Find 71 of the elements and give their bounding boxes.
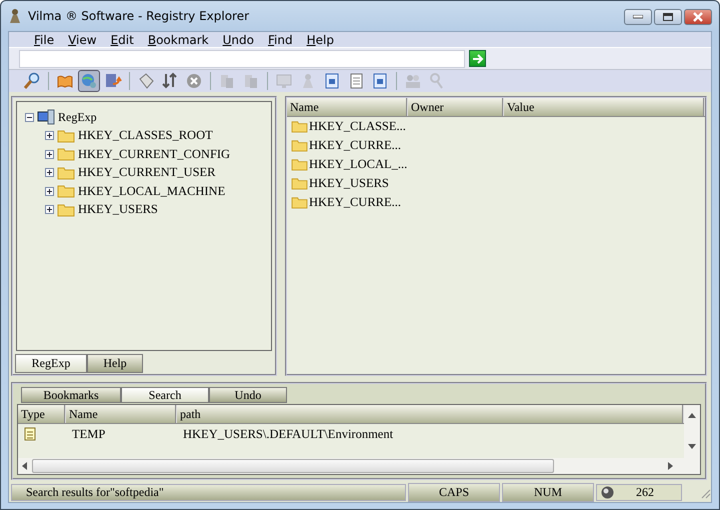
tree-item[interactable]: HKEY_CURRENT_USER	[78, 165, 216, 180]
vertical-scrollbar[interactable]	[684, 405, 700, 474]
scroll-up-icon[interactable]	[688, 413, 696, 419]
tab[interactable]: Search	[121, 387, 209, 403]
folder-icon	[291, 177, 308, 190]
maximize-icon	[663, 13, 673, 21]
menu-item[interactable]: Find	[261, 32, 300, 47]
tree-item[interactable]: HKEY_USERS	[78, 202, 158, 218]
tab[interactable]: RegExp	[15, 354, 87, 373]
column-header[interactable]: Name	[66, 405, 177, 423]
menu-item[interactable]: Bookmark	[140, 32, 216, 47]
globe-icon[interactable]	[78, 70, 100, 92]
tab[interactable]: Help	[87, 354, 143, 373]
column-header[interactable]: Owner	[408, 98, 504, 116]
minimize-icon	[633, 15, 643, 19]
tree-item[interactable]: RegExp	[58, 110, 97, 125]
folder-icon	[291, 196, 308, 209]
folder-icon	[57, 128, 75, 143]
list-item[interactable]: HKEY_USERS	[309, 176, 389, 191]
column-header[interactable]: Type	[18, 405, 66, 423]
table-cell-text: HKEY_USERS\.DEFAULT\Environment	[182, 426, 394, 442]
tab[interactable]: Undo	[209, 387, 287, 403]
list-item[interactable]: HKEY_CLASSE...	[309, 119, 406, 134]
close-icon	[692, 12, 704, 22]
close-button[interactable]	[684, 9, 712, 25]
caps-indicator: CAPS	[408, 483, 500, 502]
menu-item[interactable]: File	[27, 32, 62, 47]
expander-icon[interactable]	[45, 168, 54, 178]
folder-icon	[57, 147, 75, 162]
column-header[interactable]: Value	[504, 98, 705, 116]
folder-icon	[291, 139, 308, 152]
list-item[interactable]: HKEY_CURRE...	[309, 138, 402, 153]
status-text: Search results for"softpedia"	[11, 484, 406, 501]
scroll-down-icon[interactable]	[688, 444, 696, 450]
folder-icon	[57, 202, 75, 217]
expander-icon[interactable]	[25, 112, 34, 122]
expander-icon[interactable]	[45, 131, 54, 140]
menu-item[interactable]: Help	[300, 32, 341, 47]
folder-icon	[57, 166, 75, 180]
folder-icon	[291, 120, 308, 133]
window-title: Vilma ® Software - Registry Explorer	[28, 9, 250, 23]
num-indicator: NUM	[502, 483, 594, 502]
column-header[interactable]: Name	[287, 98, 408, 116]
count-text: 262	[636, 485, 654, 500]
notepad-icon	[24, 427, 36, 441]
address-field[interactable]	[19, 50, 465, 68]
menu-item[interactable]: View	[61, 32, 104, 47]
expander-icon[interactable]	[45, 205, 54, 214]
tree-item[interactable]: HKEY_LOCAL_MACHINE	[78, 184, 226, 199]
expander-icon[interactable]	[45, 186, 54, 196]
list-item[interactable]: HKEY_CURRE...	[309, 195, 402, 210]
go-button[interactable]	[469, 50, 486, 68]
folder-icon	[57, 184, 75, 198]
globe-icon	[601, 486, 614, 499]
scroll-left-icon[interactable]	[22, 462, 28, 470]
tree-item[interactable]: HKEY_CLASSES_ROOT	[78, 128, 213, 144]
tab[interactable]: Bookmarks	[21, 387, 121, 403]
menu-item[interactable]: Edit	[104, 32, 141, 47]
table-cell-text: TEMP	[71, 426, 106, 442]
expander-icon[interactable]	[45, 150, 54, 159]
list-item[interactable]: HKEY_LOCAL_...	[309, 157, 408, 172]
scroll-right-icon[interactable]	[668, 462, 674, 470]
folder-icon	[291, 158, 308, 171]
computer-icon	[37, 109, 55, 126]
maximize-button[interactable]	[654, 9, 682, 25]
menu-item[interactable]: Undo	[216, 32, 261, 47]
app-icon	[8, 8, 22, 24]
resize-grip[interactable]	[699, 486, 711, 498]
tree-item[interactable]: HKEY_CURRENT_CONFIG	[78, 146, 230, 162]
minimize-button[interactable]	[624, 9, 652, 25]
horizontal-scrollbar[interactable]	[18, 458, 684, 474]
